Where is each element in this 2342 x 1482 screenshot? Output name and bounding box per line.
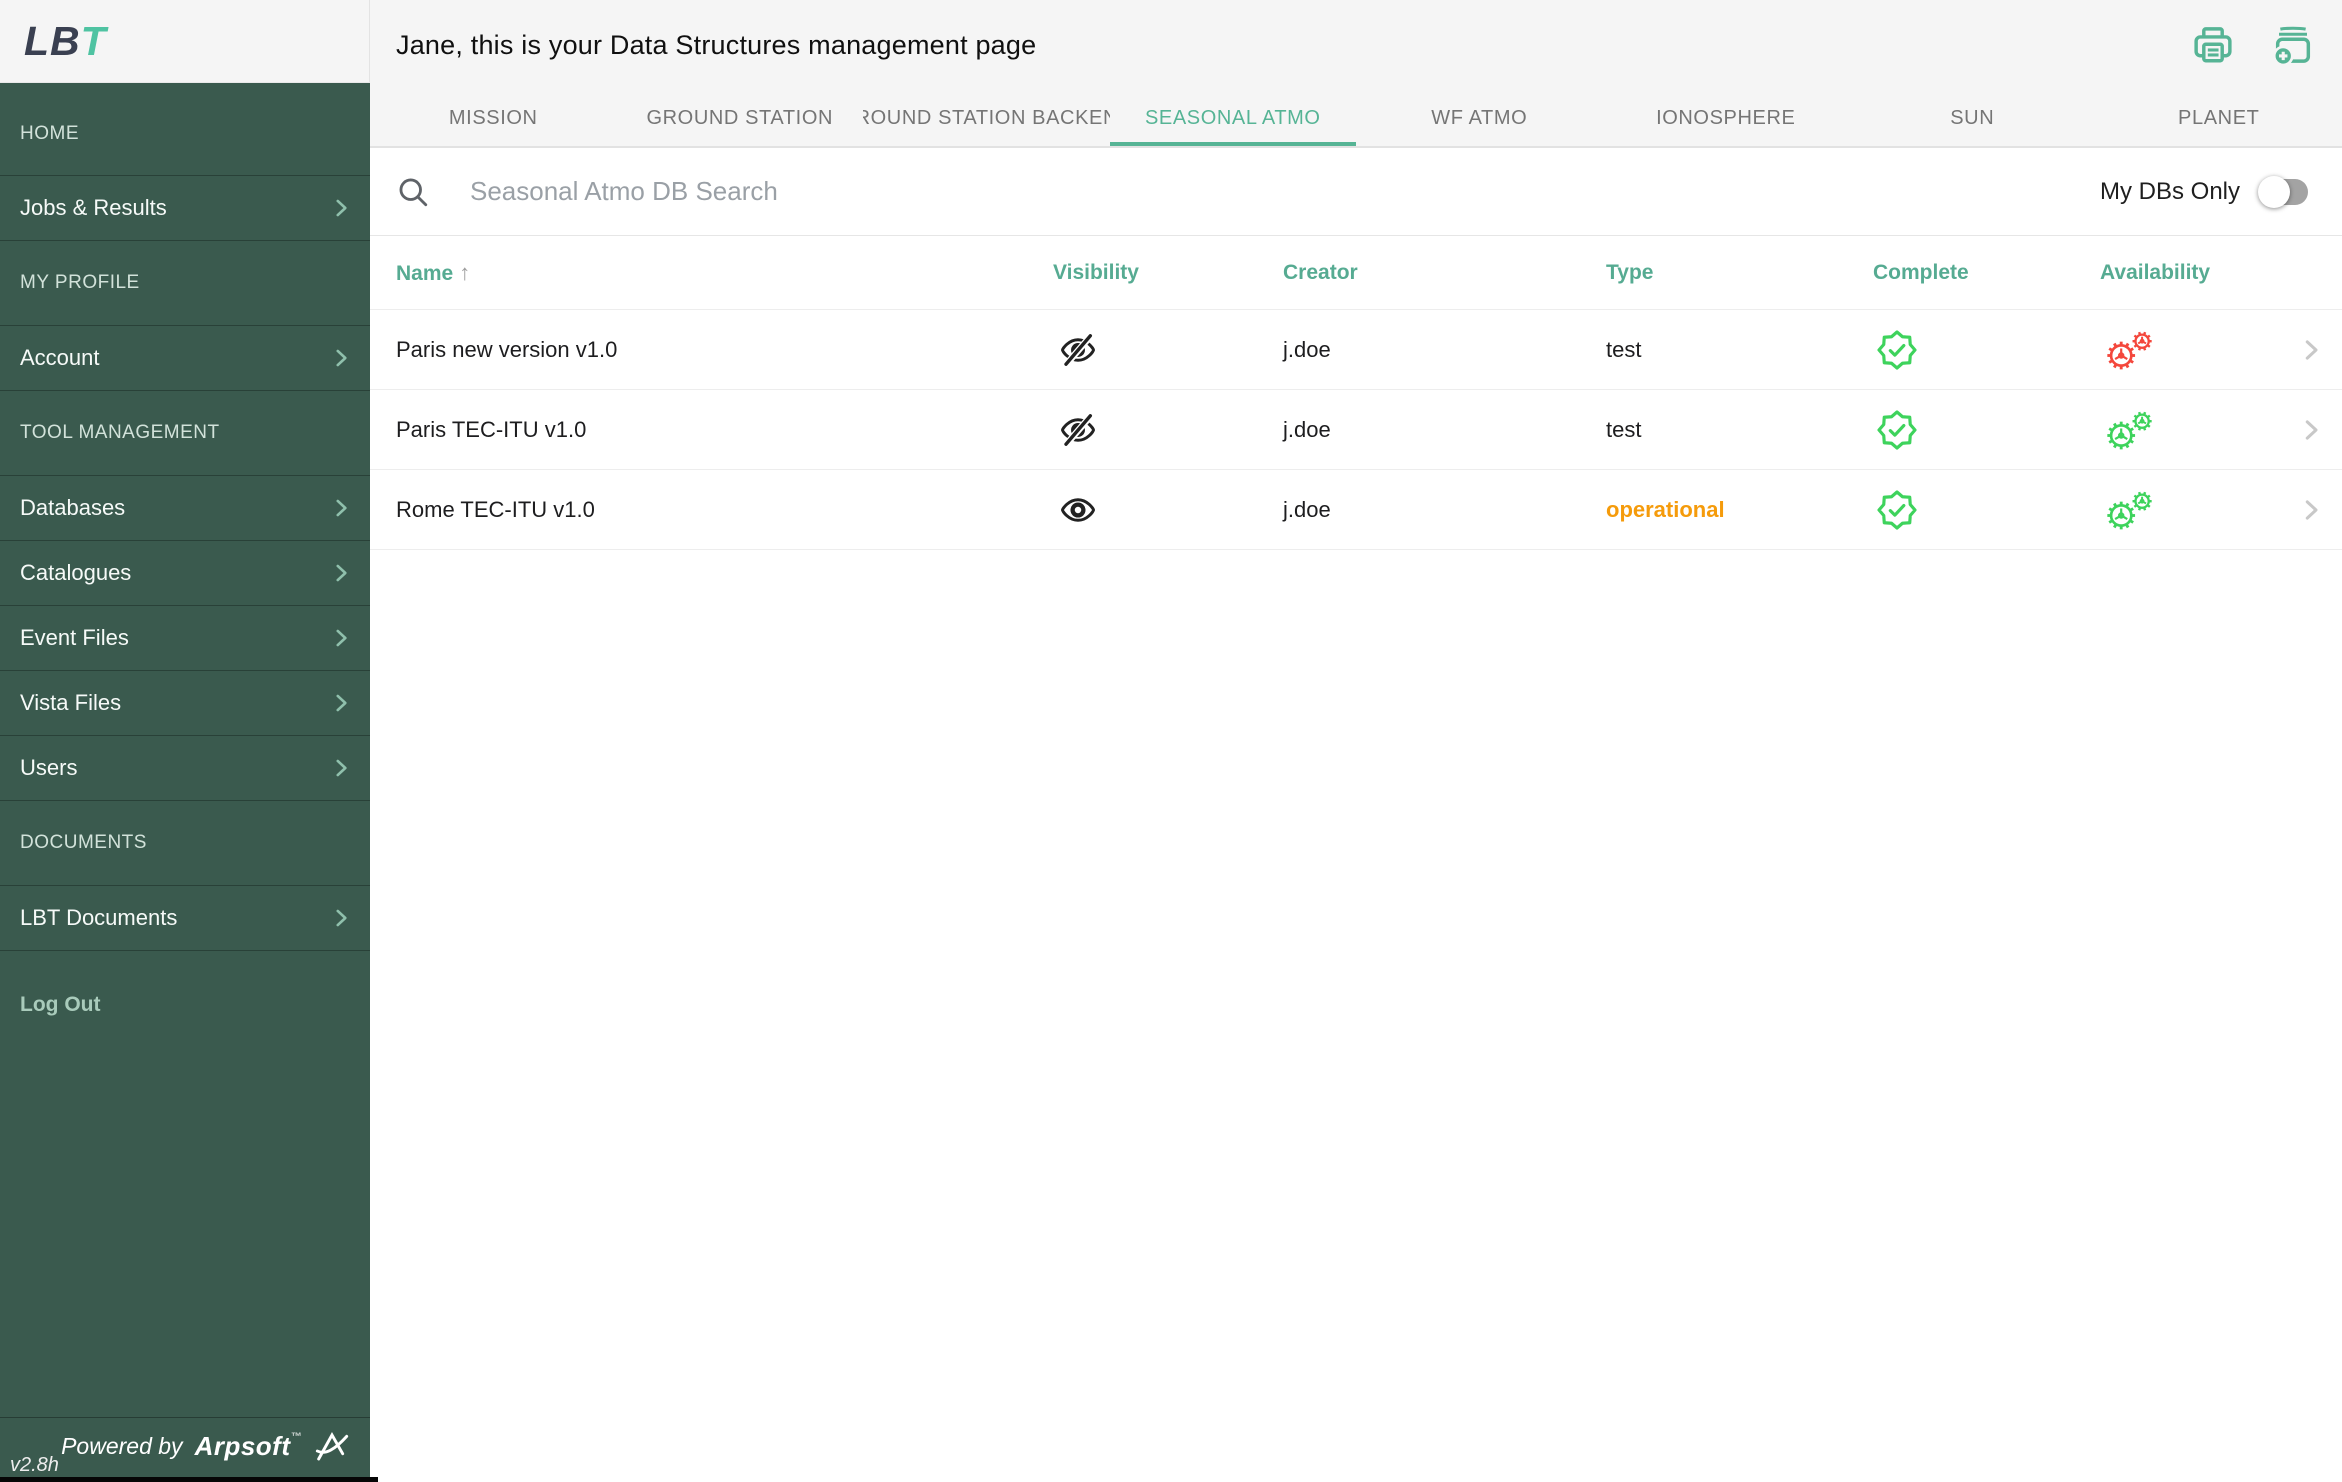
arpsoft-logo-icon bbox=[314, 1431, 350, 1463]
tab-bar: MISSION GROUND STATION GROUND STATION BA… bbox=[370, 90, 2342, 148]
add-database-icon[interactable] bbox=[2270, 22, 2316, 68]
sidebar-item-account[interactable]: Account bbox=[0, 325, 370, 390]
visibility-off-icon bbox=[1059, 331, 1097, 369]
sidebar-group: Jobs & Results bbox=[0, 175, 370, 241]
row-chevron-icon[interactable] bbox=[2296, 495, 2326, 525]
visibility-on-icon bbox=[1059, 491, 1097, 529]
complete-check-icon bbox=[1877, 330, 1917, 370]
db-creator: j.doe bbox=[1283, 416, 1331, 442]
complete-check-icon bbox=[1877, 490, 1917, 530]
tab-sun[interactable]: SUN bbox=[1849, 90, 2096, 146]
availability-gears-icon-unavailable bbox=[2102, 328, 2158, 372]
my-dbs-only-label: My DBs Only bbox=[2099, 177, 2240, 205]
sidebar-item-vista-files[interactable]: Vista Files bbox=[0, 670, 370, 735]
tab-planet[interactable]: PLANET bbox=[2096, 90, 2342, 146]
powered-by-label: Powered by bbox=[61, 1433, 183, 1459]
tab-ground-station[interactable]: GROUND STATION bbox=[617, 90, 864, 146]
chevron-right-icon bbox=[328, 755, 354, 781]
sidebar-item-label: Catalogues bbox=[20, 560, 132, 585]
arpsoft-brand: Arpsoft™ bbox=[194, 1431, 302, 1461]
sidebar: LBT HOME Jobs & Results MY PROFILE Accou… bbox=[0, 0, 370, 1482]
chevron-right-icon bbox=[328, 690, 354, 716]
table-header: Name ↑ Visibility Creator Type Complete A… bbox=[370, 236, 2342, 310]
print-icon[interactable] bbox=[2190, 22, 2236, 68]
sort-asc-icon: ↑ bbox=[459, 259, 471, 285]
db-creator: j.doe bbox=[1283, 336, 1331, 362]
sidebar-item-label: Jobs & Results bbox=[20, 195, 167, 220]
page-title: Jane, this is your Data Structures manag… bbox=[396, 29, 1037, 60]
row-chevron-icon[interactable] bbox=[2296, 415, 2326, 445]
app-logo: LBT bbox=[24, 17, 107, 64]
sidebar-section-documents: DOCUMENTS bbox=[20, 832, 147, 853]
search-input[interactable] bbox=[468, 175, 2070, 208]
tab-wf-atmo[interactable]: WF ATMO bbox=[1356, 90, 1603, 146]
sidebar-group: LBT Documents bbox=[0, 885, 370, 951]
logo-area: LBT bbox=[0, 0, 370, 83]
topbar: Jane, this is your Data Structures manag… bbox=[370, 0, 2342, 90]
sidebar-item-databases[interactable]: Databases bbox=[0, 475, 370, 540]
chevron-right-icon bbox=[328, 495, 354, 521]
table-row[interactable]: Rome TEC-ITU v1.0 j.doe operational bbox=[370, 470, 2342, 550]
column-header-name[interactable]: Name ↑ bbox=[370, 260, 1053, 286]
main-content: Jane, this is your Data Structures manag… bbox=[370, 0, 2342, 1482]
column-header-availability[interactable]: Availability bbox=[2100, 261, 2290, 285]
sidebar-item-label: Vista Files bbox=[20, 690, 122, 715]
logo-primary: LB bbox=[24, 17, 81, 64]
db-creator: j.doe bbox=[1283, 496, 1331, 522]
chevron-right-icon bbox=[328, 905, 354, 931]
db-name: Rome TEC-ITU v1.0 bbox=[396, 496, 595, 522]
app-version: v2.8h bbox=[10, 1454, 59, 1476]
tab-mission[interactable]: MISSION bbox=[370, 90, 617, 146]
search-bar: My DBs Only bbox=[370, 148, 2342, 236]
sidebar-section-tool-management: TOOL MANAGEMENT bbox=[20, 422, 220, 443]
db-type: test bbox=[1606, 416, 1642, 442]
column-header-type[interactable]: Type bbox=[1606, 261, 1873, 285]
sidebar-section-home: HOME bbox=[20, 123, 79, 144]
logo-accent: T bbox=[80, 17, 107, 64]
my-dbs-only-toggle[interactable] bbox=[2258, 175, 2308, 208]
chevron-right-icon bbox=[328, 345, 354, 371]
sidebar-item-lbt-documents[interactable]: LBT Documents bbox=[0, 885, 370, 950]
sidebar-item-label: Event Files bbox=[20, 625, 129, 650]
chevron-right-icon bbox=[328, 195, 354, 221]
sidebar-item-users[interactable]: Users bbox=[0, 735, 370, 800]
tab-ionosphere[interactable]: IONOSPHERE bbox=[1603, 90, 1850, 146]
table-row[interactable]: Paris TEC-ITU v1.0 j.doe test bbox=[370, 390, 2342, 470]
topbar-actions bbox=[2190, 22, 2316, 68]
my-dbs-only-control: My DBs Only bbox=[2099, 175, 2308, 208]
db-name: Paris TEC-ITU v1.0 bbox=[396, 416, 587, 442]
sidebar-item-label: Users bbox=[20, 755, 78, 780]
row-chevron-icon[interactable] bbox=[2296, 335, 2326, 365]
search-icon bbox=[396, 175, 430, 209]
availability-gears-icon-available bbox=[2102, 408, 2158, 452]
db-type: operational bbox=[1606, 496, 1725, 522]
sidebar-item-label: Databases bbox=[20, 495, 126, 520]
visibility-off-icon bbox=[1059, 411, 1097, 449]
window-edge bbox=[0, 1477, 378, 1482]
trademark: ™ bbox=[290, 1431, 302, 1443]
sidebar-item-label: LBT Documents bbox=[20, 905, 178, 930]
db-type: test bbox=[1606, 336, 1642, 362]
chevron-right-icon bbox=[328, 560, 354, 586]
sidebar-item-catalogues[interactable]: Catalogues bbox=[0, 540, 370, 605]
column-header-visibility[interactable]: Visibility bbox=[1053, 261, 1283, 285]
sidebar-item-label: Account bbox=[20, 345, 100, 370]
sidebar-item-jobs-results[interactable]: Jobs & Results bbox=[0, 175, 370, 240]
toggle-thumb bbox=[2258, 175, 2290, 208]
sidebar-group: Account bbox=[0, 325, 370, 391]
column-header-complete[interactable]: Complete bbox=[1873, 261, 2100, 285]
availability-gears-icon-available bbox=[2102, 488, 2158, 532]
column-header-creator[interactable]: Creator bbox=[1283, 261, 1606, 285]
tab-ground-station-backend[interactable]: GROUND STATION BACKEND bbox=[863, 90, 1110, 146]
sidebar-group: Databases Catalogues Event Files Vista F… bbox=[0, 475, 370, 801]
sidebar-item-event-files[interactable]: Event Files bbox=[0, 605, 370, 670]
tab-seasonal-atmo[interactable]: SEASONAL ATMO bbox=[1109, 90, 1357, 146]
sidebar-section-my-profile: MY PROFILE bbox=[20, 272, 140, 293]
table-row[interactable]: Paris new version v1.0 j.doe test bbox=[370, 310, 2342, 390]
chevron-right-icon bbox=[328, 625, 354, 651]
logout-button[interactable]: Log Out bbox=[0, 993, 370, 1017]
complete-check-icon bbox=[1877, 410, 1917, 450]
db-name: Paris new version v1.0 bbox=[396, 336, 618, 362]
